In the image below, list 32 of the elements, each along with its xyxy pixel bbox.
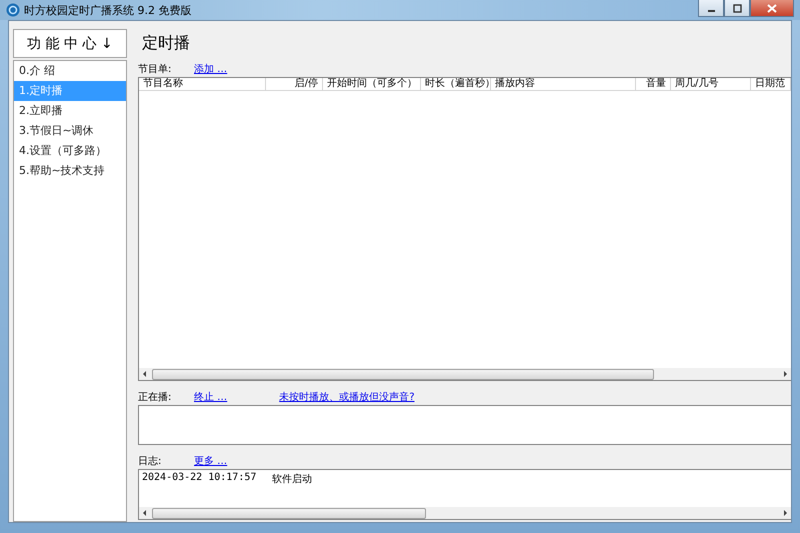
sidebar-item[interactable]: 4.设置（可多路） bbox=[14, 141, 126, 161]
app-icon bbox=[6, 3, 20, 17]
stop-link[interactable]: 终止 … bbox=[194, 390, 228, 404]
scrollbar-thumb[interactable] bbox=[152, 508, 426, 519]
sidebar-item[interactable]: 5.帮助~技术支持 bbox=[14, 161, 126, 181]
horizontal-scrollbar[interactable] bbox=[139, 368, 791, 380]
program-list-label: 节目单: bbox=[138, 62, 172, 76]
scrollbar-thumb[interactable] bbox=[152, 369, 654, 380]
column-header[interactable]: 周几/几号 bbox=[671, 78, 751, 90]
sidebar-item[interactable]: 2.立即播 bbox=[14, 101, 126, 121]
log-label: 日志: bbox=[138, 454, 162, 468]
now-playing-label: 正在播: bbox=[138, 390, 172, 404]
sidebar-item[interactable]: 3.节假日~调休 bbox=[14, 121, 126, 141]
add-link[interactable]: 添加 … bbox=[194, 62, 228, 76]
close-icon bbox=[767, 4, 777, 12]
more-link[interactable]: 更多 … bbox=[194, 454, 228, 468]
log-time: 2024-03-22 10:17:57 bbox=[142, 472, 258, 485]
column-header[interactable]: 日期范 bbox=[751, 78, 791, 90]
maximize-icon bbox=[732, 4, 742, 12]
sidebar-item[interactable]: 0.介 绍 bbox=[14, 61, 126, 81]
maximize-button[interactable] bbox=[724, 0, 750, 17]
help-link[interactable]: 未按时播放、或播放但没声音? bbox=[279, 390, 414, 404]
window-title: 时方校园定时广播系统 9.2 免费版 bbox=[24, 2, 192, 18]
close-button[interactable] bbox=[750, 0, 794, 17]
page-title: 定时播 bbox=[141, 32, 191, 54]
minimize-button[interactable] bbox=[698, 0, 724, 17]
horizontal-scrollbar[interactable] bbox=[139, 507, 791, 519]
column-header[interactable]: 节目名称 bbox=[139, 78, 266, 90]
log-message: 软件启动 bbox=[272, 472, 312, 486]
column-header[interactable]: 开始时间（可多个） bbox=[323, 78, 421, 90]
minimize-icon bbox=[708, 10, 714, 12]
sidebar-header: 功 能 中 心 ↓ bbox=[13, 29, 127, 58]
